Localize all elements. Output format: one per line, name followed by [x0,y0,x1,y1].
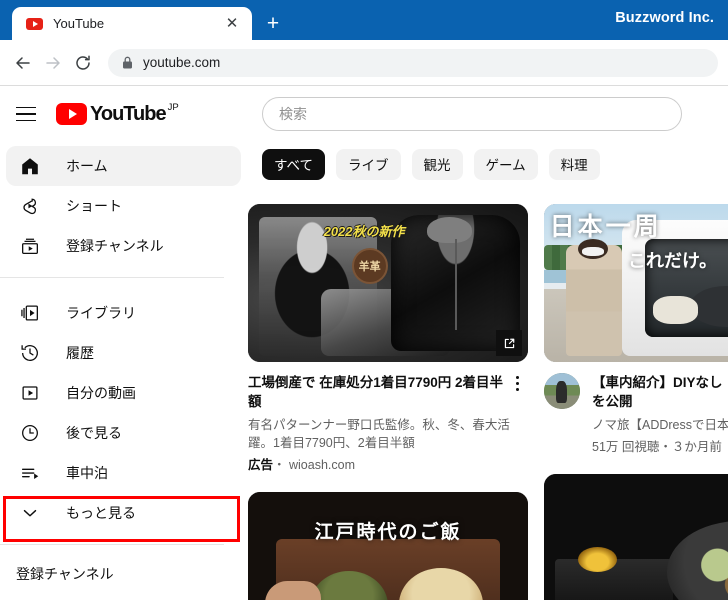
thumbnail-title-text: 日本一周 [549,213,662,242]
browser-title-bar: YouTube ✕ + Buzzword Inc. [0,0,728,40]
video-card-japan-roadtrip: 日本一周 これだけ。 【車内紹介】DIYなし 日本一周の車内を公開 ノマ旅【AD… [544,204,728,456]
channel-avatar[interactable] [544,373,580,409]
main-content: 検索 すべて ライブ 観光 ゲーム 料理 2022秋の新作 羊革 工場倒産で 在… [248,86,728,600]
watch-later-icon [18,421,42,445]
video-description: 有名パターンナー野口氏監修。秋、冬、春大活躍。1着目7790円、2着目半額 [248,418,510,450]
sidebar-item-label: ライブラリ [66,305,136,321]
thumbnail-art-edo-meal [248,492,528,600]
sidebar-item-home[interactable]: ホーム [6,146,241,186]
sidebar-item-subscriptions[interactable]: 登録チャンネル [6,226,241,266]
your-videos-icon [18,381,42,405]
forward-arrow-icon[interactable] [38,48,68,78]
library-icon [18,301,42,325]
home-icon [18,154,42,178]
channel-name[interactable]: ノマ旅【ADDressで日本 [592,416,728,434]
search-placeholder: 検索 [279,106,307,122]
sidebar-item-history[interactable]: 履歴 [6,333,241,373]
chip-live[interactable]: ライブ [336,148,401,180]
chip-sightseeing[interactable]: 観光 [411,148,463,180]
search-row: 検索 [248,86,728,142]
sidebar-item-library[interactable]: ライブラリ [6,293,241,333]
ad-badge-label: 広告 [248,458,274,472]
youtube-header: YouTube JP [0,86,247,142]
history-icon [18,341,42,365]
video-meta: 51万 回視聴・３か月前 [592,440,722,454]
youtube-page: YouTube JP ホーム ショート 登録チャンネル ライブラリ 履歴 自分の… [0,86,728,600]
sidebar-divider-1 [0,277,224,278]
sidebar-item-label: 自分の動画 [66,385,136,401]
sidebar-divider-2 [0,544,224,545]
thumbnail-title-text: 2022秋の新作 [323,224,405,240]
hamburger-menu-icon[interactable] [16,102,40,126]
shorts-icon [18,194,42,218]
video-column-1: 2022秋の新作 羊革 工場倒産で 在庫処分1着目7790円 2着目半額 有名パ… [248,204,528,600]
browser-tab-title: YouTube [53,16,105,31]
sidebar-group-secondary: ライブラリ 履歴 自分の動画 後で見る 車中泊 もっと見る [0,289,247,533]
filter-chips-row: すべて ライブ 観光 ゲーム 料理 [248,142,728,188]
thumbnail-subtitle-text: これだけ。 [628,250,718,271]
video-card-body: 工場倒産で 在庫処分1着目7790円 2着目半額 有名パターンナー野口氏監修。秋… [248,362,528,474]
back-arrow-icon[interactable] [8,48,38,78]
video-thumbnail[interactable]: 江戸時代のご飯 [248,492,528,600]
youtube-logo[interactable]: YouTube JP [56,102,179,125]
youtube-country-code: JP [167,102,179,113]
thumbnail-seal-badge: 羊革 [351,248,388,285]
youtube-favicon-icon [26,17,43,30]
sidebar: YouTube JP ホーム ショート 登録チャンネル ライブラリ 履歴 自分の… [0,86,248,600]
close-icon[interactable]: ✕ [222,14,242,34]
sidebar-item-label: ホーム [66,158,108,174]
sidebar-item-watch-later[interactable]: 後で見る [6,413,241,453]
video-card-body: 【車内紹介】DIYなし 日本一周の車内を公開 ノマ旅【ADDressで日本 51… [544,362,728,456]
lock-icon [122,56,133,69]
sidebar-item-label: 車中泊 [66,465,108,481]
youtube-play-icon [56,103,87,125]
youtube-wordmark: YouTube [90,103,167,125]
ad-domain-label: ・ wioash.com [273,458,355,472]
sidebar-item-your-videos[interactable]: 自分の動画 [6,373,241,413]
sidebar-item-playlist[interactable]: 車中泊 [6,453,241,493]
video-thumbnail[interactable]: 日本一周 これだけ。 [544,204,728,362]
video-title[interactable]: 【車内紹介】DIYなし 日本一周の車内を公開 [592,373,728,411]
thumbnail-art-cooking-pan [544,474,728,600]
video-card-text: 【車内紹介】DIYなし 日本一周の車内を公開 ノマ旅【ADDressで日本 51… [592,373,728,456]
sidebar-item-shorts[interactable]: ショート [6,186,241,226]
thumbnail-title-text: 江戸時代のご飯 [314,522,462,544]
browser-tab-youtube[interactable]: YouTube ✕ [12,7,252,40]
external-link-icon[interactable] [496,330,522,356]
address-bar[interactable]: youtube.com [108,48,718,77]
sidebar-group-primary: ホーム ショート 登録チャンネル [0,142,247,266]
chip-games[interactable]: ゲーム [473,148,538,180]
video-title[interactable]: 工場倒産で 在庫処分1着目7790円 2着目半額 [248,373,506,411]
video-column-2: 日本一周 これだけ。 【車内紹介】DIYなし 日本一周の車内を公開 ノマ旅【AD… [544,204,728,600]
video-grid: 2022秋の新作 羊革 工場倒産で 在庫処分1着目7790円 2着目半額 有名パ… [248,188,728,600]
chevron-down-icon [18,501,42,525]
playlist-icon [18,461,42,485]
chip-all[interactable]: すべて [262,148,326,180]
video-card-edo-meal: 江戸時代のご飯 [248,492,528,600]
sidebar-section-subscriptions-title: 登録チャンネル [16,566,114,582]
video-card-text: 工場倒産で 在庫処分1着目7790円 2着目半額 有名パターンナー野口氏監修。秋… [248,373,528,474]
search-input[interactable]: 検索 [262,97,682,131]
sidebar-item-label: もっと見る [66,505,136,521]
sidebar-item-label: 履歴 [66,345,94,361]
subscriptions-icon [18,234,42,258]
video-meta: 広告・ wioash.com [248,456,528,474]
video-thumbnail[interactable] [544,474,728,600]
sidebar-item-show-more[interactable]: もっと見る [6,493,241,533]
reload-icon[interactable] [68,48,98,78]
sidebar-item-label: 後で見る [66,425,122,441]
new-tab-button[interactable]: + [258,7,288,40]
browser-toolbar: youtube.com [0,40,728,86]
video-card-ad-jacket: 2022秋の新作 羊革 工場倒産で 在庫処分1着目7790円 2着目半額 有名パ… [248,204,528,474]
chip-cooking[interactable]: 料理 [548,148,600,180]
address-bar-url: youtube.com [143,55,221,70]
sidebar-item-label: ショート [66,198,122,214]
sidebar-item-label: 登録チャンネル [66,238,164,254]
video-menu-kebab-icon[interactable] [506,373,528,411]
window-brand-label: Buzzword Inc. [615,10,714,26]
video-thumbnail[interactable]: 2022秋の新作 羊革 [248,204,528,362]
video-card-cooking-pan [544,474,728,600]
